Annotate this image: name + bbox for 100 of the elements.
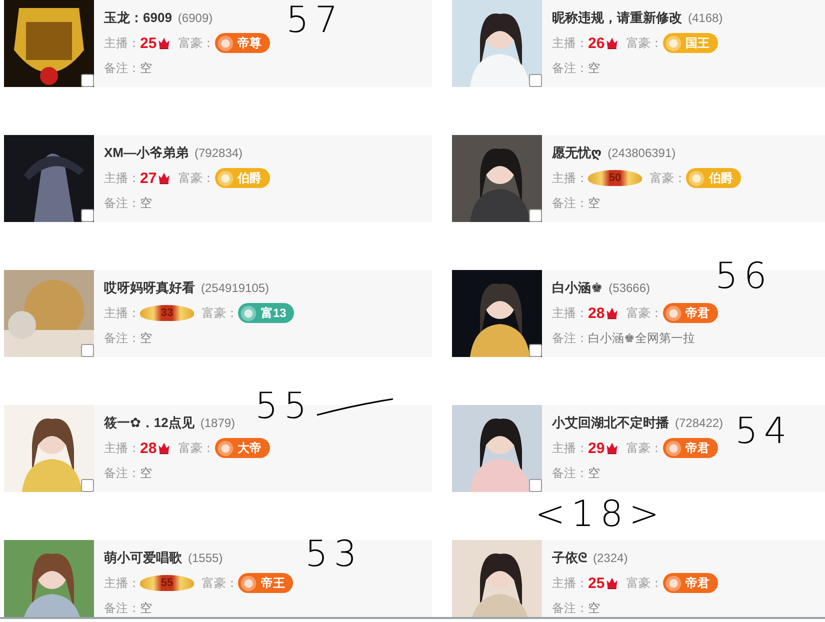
- user-name[interactable]: XM—小爷弟弟: [104, 144, 188, 162]
- note-text: 空: [140, 60, 152, 76]
- crown-icon: [604, 306, 619, 320]
- user-id: (2324): [593, 551, 628, 565]
- user-name[interactable]: 哎呀妈呀真好看: [104, 279, 195, 297]
- badge-icon: [240, 574, 257, 592]
- rank-text: 国王: [686, 34, 710, 52]
- anchor-level: 28: [588, 304, 605, 322]
- note-text: 空: [588, 464, 600, 482]
- rank-text: 帝君: [686, 440, 710, 456]
- handwritten-number: 54: [735, 413, 793, 451]
- checkbox[interactable]: [529, 344, 542, 357]
- handwritten-number: 55: [255, 388, 313, 426]
- note-text: 空: [588, 194, 600, 212]
- handwritten-number: <18>: [535, 496, 666, 534]
- badge-icon: [240, 304, 257, 322]
- note-text: 空: [140, 464, 152, 482]
- wealth-label: 富豪：: [178, 34, 215, 52]
- anchor-label: 主播：: [104, 440, 140, 456]
- wealth-label: 富豪：: [626, 34, 663, 52]
- wealth-label: 富豪：: [202, 574, 238, 592]
- anchor-label: 主播：: [552, 170, 588, 186]
- anchor-level: 27: [140, 170, 157, 186]
- user-id: (254919105): [201, 281, 270, 295]
- wealth-label: 富豪：: [626, 304, 663, 322]
- checkbox[interactable]: [529, 74, 542, 87]
- rank-text: 大帝: [238, 440, 262, 456]
- user-name[interactable]: 玉龙：6909: [104, 9, 172, 27]
- user-name[interactable]: 萌小可爱唱歌: [104, 549, 182, 567]
- note-label: 备注：: [104, 194, 140, 212]
- note-label: 备注：: [552, 600, 588, 616]
- badge-icon: [664, 574, 682, 592]
- anchor-level: 25: [140, 34, 157, 52]
- note-label: 备注：: [552, 464, 588, 482]
- crown-icon: [604, 36, 619, 50]
- badge-icon: [664, 440, 682, 456]
- note-text: 白小涵♚全网第一拉: [588, 330, 695, 346]
- note-text: 空: [588, 600, 600, 616]
- level-badge: 55: [140, 575, 194, 591]
- badge-icon: [216, 170, 234, 186]
- checkbox[interactable]: [529, 479, 542, 492]
- note-text: 空: [140, 600, 152, 616]
- anchor-label: 主播：: [104, 304, 140, 322]
- crown-icon: [156, 171, 171, 185]
- note-text: 空: [140, 330, 152, 346]
- anchor-label: 主播：: [552, 304, 588, 322]
- crown-icon: [604, 576, 619, 590]
- note-label: 备注：: [104, 464, 140, 482]
- checkbox[interactable]: [529, 209, 542, 222]
- wealth-label: 富豪：: [650, 170, 686, 186]
- anchor-label: 主播：: [104, 170, 140, 186]
- crown-icon: [156, 36, 171, 50]
- user-name[interactable]: 小艾回湖北不定时播: [552, 414, 669, 432]
- checkbox[interactable]: [81, 209, 94, 222]
- badge-icon: [216, 440, 234, 456]
- user-name[interactable]: 愿无忧ღ: [552, 144, 602, 162]
- anchor-level: 29: [588, 440, 605, 456]
- crown-icon: [604, 441, 619, 455]
- rank-text: 帝尊: [238, 34, 262, 52]
- level-badge: 50: [588, 170, 642, 186]
- handwritten-number: 57: [286, 2, 344, 40]
- user-name[interactable]: 白小涵♚: [552, 279, 603, 297]
- note-text: 空: [588, 60, 600, 76]
- wealth-label: 富豪：: [178, 170, 215, 186]
- anchor-level: 28: [140, 440, 157, 456]
- wealth-label: 富豪：: [626, 440, 663, 456]
- badge-icon: [664, 34, 682, 52]
- anchor-label: 主播：: [104, 574, 140, 592]
- rank-text: 帝君: [686, 574, 710, 592]
- badge-icon: [688, 170, 705, 186]
- user-name[interactable]: 子依ᘓ: [552, 549, 587, 567]
- user-id: (4168): [688, 11, 723, 25]
- wealth-label: 富豪：: [626, 574, 663, 592]
- checkbox[interactable]: [81, 74, 94, 87]
- checkbox[interactable]: [81, 344, 94, 357]
- note-label: 备注：: [552, 194, 588, 212]
- anchor-label: 主播：: [552, 440, 588, 456]
- checkbox[interactable]: [81, 479, 94, 492]
- rank-text: 帝王: [261, 574, 285, 592]
- user-id: (6909): [178, 11, 213, 25]
- note-text: 空: [140, 194, 152, 212]
- user-id: (243806391): [608, 146, 676, 160]
- handwritten-number: 53: [305, 536, 363, 574]
- handwritten-number: 56: [715, 258, 773, 296]
- note-label: 备注：: [104, 330, 140, 346]
- badge-icon: [216, 34, 234, 52]
- user-id: (1555): [188, 551, 223, 565]
- note-label: 备注：: [552, 330, 588, 346]
- user-name[interactable]: 昵称违规，请重新修改: [552, 9, 682, 27]
- note-label: 备注：: [552, 60, 588, 76]
- rank-text: 伯爵: [238, 170, 262, 186]
- anchor-level: 25: [588, 574, 605, 592]
- rank-text: 伯爵: [709, 170, 733, 186]
- wealth-label: 富豪：: [178, 440, 215, 456]
- rank-text: 帝君: [686, 304, 710, 322]
- crown-icon: [156, 441, 171, 455]
- anchor-label: 主播：: [552, 34, 588, 52]
- anchor-label: 主播：: [104, 34, 140, 52]
- level-badge: 33: [140, 305, 194, 321]
- user-name[interactable]: 筱一✿．12点见: [104, 414, 194, 432]
